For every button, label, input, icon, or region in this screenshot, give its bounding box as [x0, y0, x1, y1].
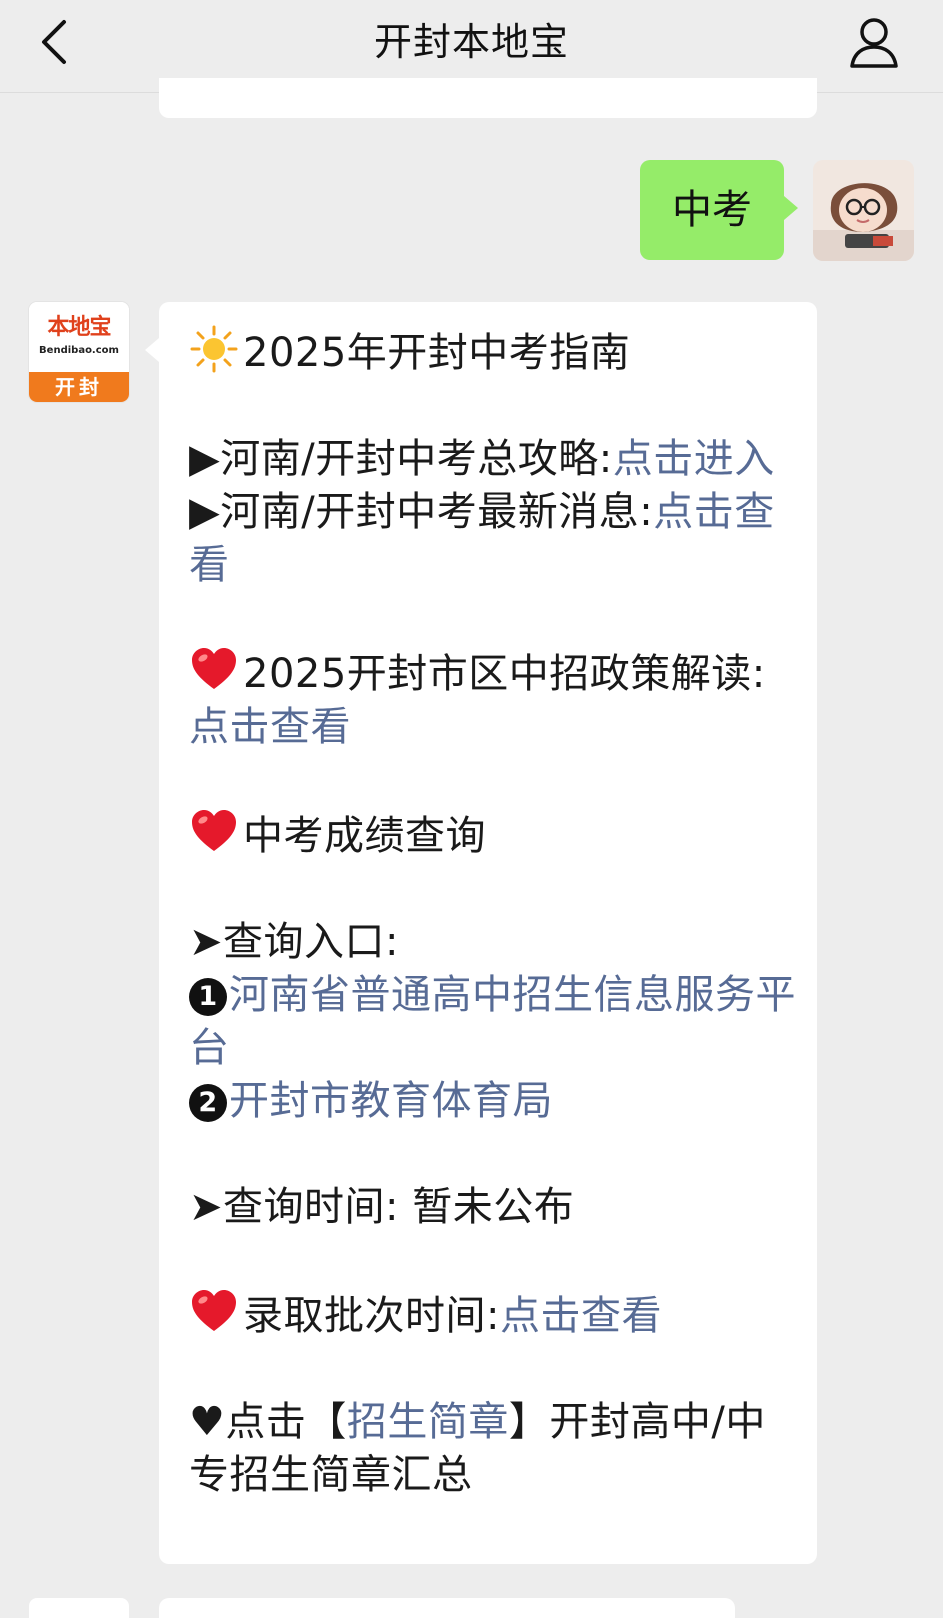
message-body: 2025年开封中考指南 ▶河南/开封中考总攻略:点击进入 ▶河南/开封中考最新消…: [189, 324, 799, 1502]
henan-platform-link[interactable]: 河南省普通高中招生信息服务平台: [189, 972, 796, 1071]
guide-title-line: 2025年开封中考指南: [189, 324, 799, 380]
entry2-line: 2 开封市教育体育局: [189, 1075, 799, 1128]
news-line: ▶河南/开封中考最新消息:点击查看: [189, 486, 799, 592]
avatar-photo-icon: [813, 160, 914, 261]
number-1-icon: 1: [189, 978, 227, 1016]
policy-line: 2025开封市区中招政策解读: 点击查看: [189, 645, 799, 754]
brochure-prefix: ♥点击【: [189, 1399, 347, 1445]
score-heading: 中考成绩查询: [243, 813, 486, 859]
next-message-avatar: [29, 1598, 129, 1618]
sun-emoji-icon: [190, 325, 238, 373]
logo-domain-text: Bendibao.com: [39, 345, 119, 356]
query-time-value: 暂未公布: [412, 1184, 575, 1230]
kaifeng-education-link[interactable]: 开封市教育体育局: [229, 1078, 553, 1124]
guide-title: 2025年开封中考指南: [243, 330, 631, 376]
my-avatar[interactable]: [813, 160, 914, 261]
red-heart-emoji-icon: [192, 648, 236, 689]
logo-brand-text: 本地宝: [47, 314, 111, 340]
strategy-label: ▶河南/开封中考总攻略:: [189, 436, 613, 482]
batch-label: 录取批次时间:: [243, 1293, 500, 1339]
bendibao-logo: 本地宝 Bendibao.com: [29, 302, 129, 372]
official-account-avatar[interactable]: 本地宝 Bendibao.com 开封: [29, 302, 129, 402]
previous-message-bubble: [159, 78, 817, 118]
score-heading-line: 中考成绩查询: [189, 807, 799, 863]
logo-city-band: 开封: [29, 372, 129, 402]
strategy-line: ▶河南/开封中考总攻略:点击进入: [189, 433, 799, 486]
policy-link[interactable]: 点击查看: [189, 704, 351, 750]
next-message-bubble: [159, 1598, 735, 1618]
news-label: ▶河南/开封中考最新消息:: [189, 489, 654, 535]
policy-label: 2025开封市区中招政策解读:: [243, 651, 766, 697]
entry1-line: 1 河南省普通高中招生信息服务平台: [189, 969, 799, 1075]
sent-message-text: 中考: [672, 187, 752, 233]
query-time-line: ➤查询时间: 暂未公布: [189, 1181, 799, 1234]
batch-line: 录取批次时间:点击查看: [189, 1287, 799, 1343]
entry-label-line: ➤查询入口:: [189, 919, 399, 965]
user-icon[interactable]: [846, 12, 902, 72]
received-message-bubble: 2025年开封中考指南 ▶河南/开封中考总攻略:点击进入 ▶河南/开封中考最新消…: [145, 302, 817, 1564]
strategy-link[interactable]: 点击进入: [613, 436, 775, 482]
query-time-label: ➤查询时间:: [189, 1184, 399, 1230]
red-heart-emoji-icon: [192, 1290, 236, 1331]
red-heart-emoji-icon: [192, 810, 236, 851]
chat-title: 开封本地宝: [373, 20, 569, 64]
brochure-link[interactable]: 招生简章: [347, 1399, 509, 1445]
number-2-icon: 2: [189, 1084, 227, 1122]
batch-link[interactable]: 点击查看: [500, 1293, 662, 1339]
brochure-line: ♥点击【招生简章】开封高中/中专招生简章汇总: [189, 1396, 799, 1502]
sent-message-bubble[interactable]: 中考: [640, 160, 798, 260]
